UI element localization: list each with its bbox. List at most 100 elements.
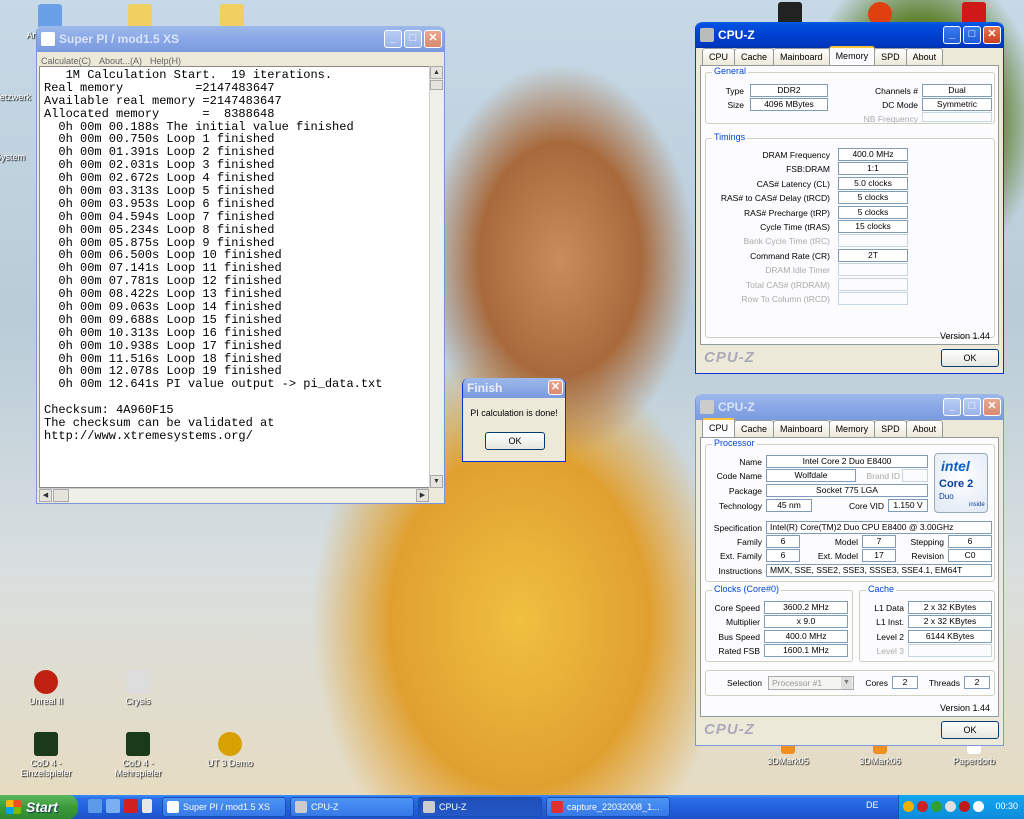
ok-button[interactable]: OK (941, 349, 999, 367)
tray-icon[interactable] (959, 801, 970, 812)
tab-mainboard[interactable]: Mainboard (773, 48, 830, 65)
cpuz-cpu-titlebar[interactable]: CPU-Z _ □ ✕ (696, 394, 1003, 420)
cores-value: 2 (892, 676, 918, 689)
scroll-right-button[interactable]: ▶ (416, 489, 429, 502)
technology-label: Technology (718, 501, 762, 511)
tab-spd[interactable]: SPD (874, 420, 907, 437)
desktop-icon-cod4[interactable]: CoD 4 - Einzelspieler (16, 732, 76, 778)
l1inst-label: L1 Inst. (876, 617, 904, 627)
revision-value: C0 (948, 549, 992, 562)
cpuz-cpu-window[interactable]: CPU-Z _ □ ✕ CPU Cache Mainboard Memory S… (695, 394, 1004, 746)
ok-button[interactable]: OK (941, 721, 999, 739)
tray-icon[interactable] (973, 801, 984, 812)
cpuz-memory-tabs: CPU Cache Mainboard Memory SPD About (702, 46, 944, 65)
taskbar-item-cpuz-active[interactable]: CPU-Z (418, 797, 542, 817)
finish-titlebar[interactable]: Finish ✕ (463, 378, 565, 398)
maximize-button[interactable]: □ (963, 26, 981, 44)
type-value: DDR2 (750, 84, 828, 97)
console-line: 0h 00m 10.313s Loop 16 finished (44, 325, 282, 340)
app-quicklaunch-icon[interactable] (124, 799, 138, 813)
superpi-titlebar[interactable]: Super PI / mod1.5 XS _ □ ✕ (37, 26, 444, 52)
browser-icon[interactable] (106, 799, 120, 813)
l1data-value: 2 x 32 KBytes (908, 601, 992, 614)
tray-icon[interactable] (917, 801, 928, 812)
tab-mainboard[interactable]: Mainboard (773, 420, 830, 437)
show-desktop-icon[interactable] (88, 799, 102, 813)
desktop-icon-cod4-multi[interactable]: CoD 4 - Mehrspieler (108, 732, 168, 778)
desktop-icon-unreal[interactable]: Unreal II (16, 670, 76, 706)
tab-cpu[interactable]: CPU (702, 418, 736, 437)
scroll-up-button[interactable]: ▲ (430, 66, 443, 79)
finish-dialog[interactable]: Finish ✕ PI calculation is done! OK (462, 378, 566, 462)
cpuz-cpu-panel: Processor Name Intel Core 2 Duo E8400 Co… (700, 437, 999, 717)
codename-value: Wolfdale (766, 469, 856, 482)
menu-calculate[interactable]: Calculate(C) (41, 56, 91, 66)
tab-spd[interactable]: SPD (874, 48, 907, 65)
tray-icon[interactable] (931, 801, 942, 812)
taskbar-item-capture[interactable]: capture_22032008_1... (546, 797, 670, 817)
clock[interactable]: 00:30 (995, 801, 1018, 811)
family-label: Family (736, 537, 762, 547)
cpuz-memory-window[interactable]: CPU-Z _ □ ✕ CPU Cache Mainboard Memory S… (695, 22, 1004, 374)
timing-label: FSB:DRAM (786, 164, 830, 175)
name-value: Intel Core 2 Duo E8400 (766, 455, 928, 468)
processor-select[interactable]: Processor #1 ▼ (768, 676, 854, 690)
console-line: 0h 00m 03.953s Loop 6 finished (44, 196, 275, 211)
tab-about[interactable]: About (905, 48, 944, 65)
scroll-thumb[interactable] (430, 80, 443, 90)
horizontal-scrollbar[interactable]: ◀ ▶ (39, 488, 429, 502)
close-button[interactable]: ✕ (424, 30, 442, 48)
timing-value (838, 234, 908, 248)
tab-cpu[interactable]: CPU (702, 48, 736, 65)
vertical-scrollbar[interactable]: ▲ ▼ (429, 66, 443, 488)
minimize-button[interactable]: _ (943, 26, 961, 44)
name-label: Name (739, 457, 762, 467)
close-button[interactable]: ✕ (983, 26, 1001, 44)
close-button[interactable]: ✕ (983, 398, 1001, 416)
timing-value: 400.0 MHz (838, 148, 908, 161)
cpuz-app-icon (700, 400, 714, 414)
l1inst-value: 2 x 32 KBytes (908, 615, 992, 628)
taskbar-item-superpi[interactable]: Super PI / mod1.5 XS (162, 797, 286, 817)
desktop-icon-crysis[interactable]: Crysis (108, 670, 168, 706)
cpuz-memory-titlebar[interactable]: CPU-Z _ □ ✕ (696, 22, 1003, 48)
console-line: 0h 00m 03.313s Loop 5 finished (44, 184, 275, 199)
quicklaunch-more-icon[interactable] (142, 799, 152, 813)
console-line: 0h 00m 09.688s Loop 15 finished (44, 312, 282, 327)
menu-about[interactable]: About...(A) (99, 56, 142, 66)
superpi-app-icon (41, 32, 55, 46)
scroll-left-button[interactable]: ◀ (39, 489, 52, 502)
timing-label: Command Rate (CR) (750, 250, 830, 261)
close-button[interactable]: ✕ (548, 380, 563, 395)
timing-value: 15 clocks (838, 220, 908, 233)
maximize-button[interactable]: □ (404, 30, 422, 48)
menu-help[interactable]: Help(H) (150, 56, 181, 66)
hscroll-thumb[interactable] (53, 489, 69, 502)
taskbar-item-cpuz[interactable]: CPU-Z (290, 797, 414, 817)
tab-memory[interactable]: Memory (828, 420, 876, 437)
minimize-button[interactable]: _ (943, 398, 961, 416)
language-indicator[interactable]: DE (866, 800, 879, 810)
tray-icon[interactable] (945, 801, 956, 812)
channels-value: Dual (922, 84, 992, 97)
console-line: 0h 00m 10.938s Loop 17 finished (44, 338, 282, 353)
minimize-button[interactable]: _ (384, 30, 402, 48)
corespeed-label: Core Speed (714, 603, 760, 613)
l1data-label: L1 Data (874, 603, 904, 613)
maximize-button[interactable]: □ (963, 398, 981, 416)
tab-memory[interactable]: Memory (828, 46, 876, 65)
stepping-value: 6 (948, 535, 992, 548)
start-button[interactable]: Start (0, 795, 78, 819)
desktop-icon-ut3[interactable]: UT 3 Demo (200, 732, 260, 768)
finish-ok-button[interactable]: OK (485, 432, 545, 450)
scroll-down-button[interactable]: ▼ (430, 475, 443, 488)
tab-cache[interactable]: Cache (734, 48, 775, 65)
tab-about[interactable]: About (905, 420, 944, 437)
superpi-window[interactable]: Super PI / mod1.5 XS _ □ ✕ Calculate(C) … (36, 26, 445, 504)
package-label: Package (728, 486, 762, 496)
instructions-label: Instructions (718, 566, 762, 576)
desktop-icon-system[interactable]: System (0, 152, 40, 162)
tray-icon[interactable] (903, 801, 914, 812)
tab-cache[interactable]: Cache (734, 420, 775, 437)
extmodel-label: Ext. Model (817, 551, 858, 561)
